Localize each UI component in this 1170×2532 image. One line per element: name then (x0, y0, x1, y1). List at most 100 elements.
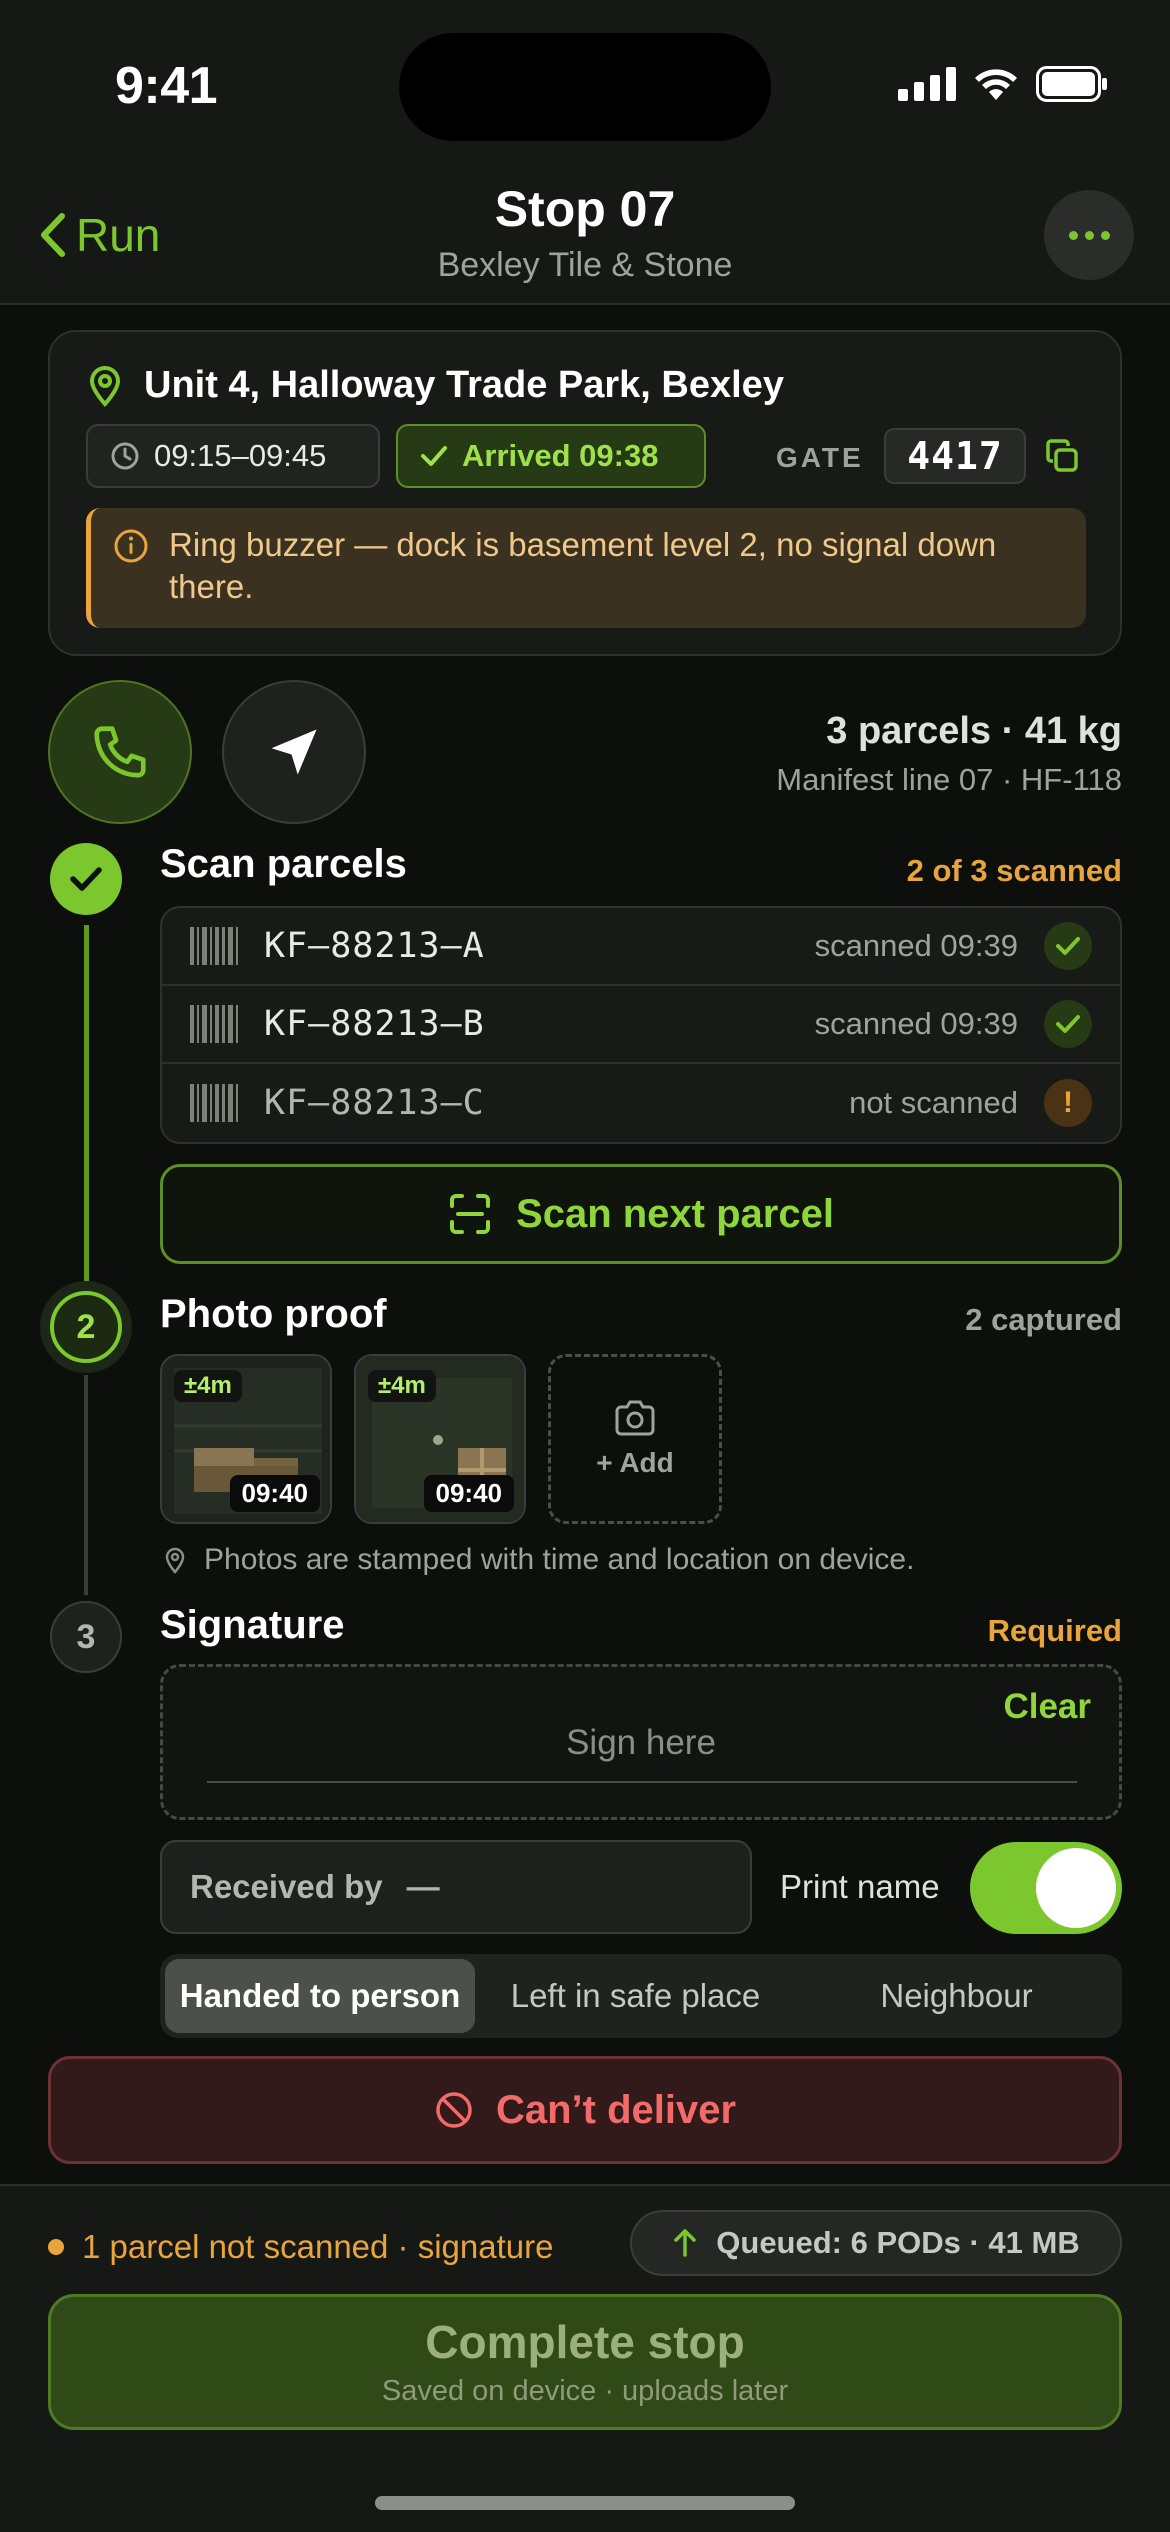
parcel-row[interactable]: KF–88213–B scanned 09:39 (162, 986, 1120, 1064)
complete-stop-sublabel: Saved on device · uploads later (381, 2375, 789, 2407)
print-name-toggle[interactable] (970, 1842, 1122, 1934)
dynamic-island (399, 33, 771, 141)
signature-pad[interactable]: Clear Sign here (160, 1664, 1122, 1820)
toggle-knob (1036, 1848, 1116, 1928)
scan-progress: 2 of 3 scanned (906, 853, 1122, 888)
barcode-icon (190, 927, 238, 965)
parcel-status: scanned 09:39 (814, 928, 1018, 963)
step-3-indicator: 3 (50, 1601, 122, 1673)
photo-step-title: Photo proof (160, 1292, 387, 1336)
check-icon (70, 867, 102, 891)
status-bar: 9:41 (0, 0, 1170, 160)
parcel-list: KF–88213–A scanned 09:39 KF–88213–B scan… (160, 906, 1122, 1144)
call-button[interactable] (48, 680, 192, 824)
step-connector-1 (84, 925, 89, 1281)
complete-stop-button[interactable]: Complete stop Saved on device · uploads … (48, 2294, 1122, 2430)
photo-thumbnail[interactable]: ±4m 09:40 (160, 1354, 332, 1524)
received-by-label: Received by (190, 1868, 383, 1905)
battery-icon (1036, 66, 1107, 102)
handover-option-handed-to-person[interactable]: Handed to person (165, 1959, 475, 2033)
photo-accuracy-badge: ±4m (368, 1370, 436, 1402)
step-1-complete-indicator (50, 843, 122, 915)
barcode-icon (190, 1005, 238, 1043)
delivery-note-text: Ring buzzer — dock is basement level 2, … (169, 526, 997, 605)
arrived-text: Arrived 09:38 (462, 438, 659, 473)
arrow-up-icon (674, 2229, 697, 2257)
parcel-code: KF–88213–B (264, 1004, 485, 1044)
handover-option-left-in-safe-place[interactable]: Left in safe place (475, 1959, 796, 2033)
parcel-status: scanned 09:39 (814, 1006, 1018, 1041)
status-icons (898, 66, 1108, 102)
info-icon (114, 529, 148, 563)
more-options-button[interactable] (1044, 190, 1134, 280)
incomplete-warning: 1 parcel not scanned · signature (48, 2228, 553, 2266)
page-subtitle: Bexley Tile & Stone (437, 246, 733, 284)
cellular-signal-icon (898, 67, 956, 101)
parcel-row[interactable]: KF–88213–A scanned 09:39 (162, 908, 1120, 986)
map-pin-icon (165, 1547, 185, 1574)
cant-deliver-button[interactable]: Can’t deliver (48, 2056, 1122, 2164)
signature-required-label: Required (987, 1613, 1122, 1648)
map-pin-icon (89, 365, 121, 407)
check-icon (1044, 1000, 1092, 1048)
signature-step-title: Signature (160, 1603, 345, 1647)
gate-code: 4417 (884, 428, 1026, 484)
add-photo-label: + Add (596, 1447, 674, 1478)
photo-time-badge: 09:40 (229, 1475, 320, 1512)
handover-option-neighbour[interactable]: Neighbour (796, 1959, 1117, 2033)
photo-time-badge: 09:40 (423, 1475, 514, 1512)
delivery-note: Ring buzzer — dock is basement level 2, … (86, 508, 1086, 628)
photo-count: 2 captured (965, 1302, 1122, 1337)
check-icon (421, 446, 447, 466)
add-photo-button[interactable]: + Add (548, 1354, 722, 1524)
check-icon (1044, 922, 1092, 970)
parcel-status: not scanned (849, 1085, 1018, 1120)
step-2-indicator: 2 (50, 1291, 122, 1363)
complete-stop-label: Complete stop (425, 2316, 745, 2368)
print-name-label: Print name (780, 1868, 940, 1905)
address-card: Unit 4, Halloway Trade Park, Bexley 09:1… (48, 330, 1122, 656)
navigation-arrow-icon (271, 729, 317, 775)
scan-step-title: Scan parcels (160, 842, 407, 886)
clear-signature-button[interactable]: Clear (1003, 1687, 1091, 1727)
received-by-field[interactable]: Received by — (160, 1840, 752, 1934)
gate-label: GATE (776, 442, 864, 473)
cant-deliver-label: Can’t deliver (495, 2087, 737, 2132)
time-window-text: 09:15–09:45 (154, 438, 327, 473)
address-line[interactable]: Unit 4, Halloway Trade Park, Bexley (88, 364, 784, 407)
bottom-action-bar: 1 parcel not scanned · signature Queued:… (0, 2184, 1170, 2532)
step-connector-2 (84, 1375, 88, 1595)
photo-note-text: Photos are stamped with time and locatio… (204, 1543, 915, 1576)
incomplete-warning-text: 1 parcel not scanned · signature (82, 2228, 554, 2265)
handover-method-segmented-control: Handed to person Left in safe place Neig… (160, 1954, 1122, 2038)
copy-icon[interactable] (1044, 438, 1080, 474)
arrived-chip: Arrived 09:38 (396, 424, 706, 488)
signature-baseline (207, 1781, 1077, 1783)
upload-queue-text: Queued: 6 PODs · 41 MB (716, 2225, 1080, 2260)
scan-next-label: Scan next parcel (516, 1191, 834, 1236)
sign-here-placeholder: Sign here (566, 1723, 716, 1762)
phone-icon (94, 726, 146, 778)
wifi-icon (975, 69, 1017, 100)
parcel-code: KF–88213–A (264, 926, 485, 966)
parcel-row[interactable]: KF–88213–C not scanned ! (162, 1064, 1120, 1142)
manifest-line: Manifest line 07 · HF-118 (776, 762, 1122, 797)
nav-header: Run Stop 07 Bexley Tile & Stone (0, 160, 1170, 305)
photo-thumbnail[interactable]: ±4m 09:40 (354, 1354, 526, 1524)
navigate-button[interactable] (222, 680, 366, 824)
more-dots-icon (1068, 230, 1078, 240)
barcode-icon (190, 1084, 238, 1122)
home-indicator (375, 2496, 795, 2510)
upload-queue-chip[interactable]: Queued: 6 PODs · 41 MB (630, 2210, 1122, 2276)
time-window-chip: 09:15–09:45 (86, 424, 380, 488)
address-text: Unit 4, Halloway Trade Park, Bexley (144, 364, 784, 406)
camera-icon (615, 1400, 655, 1436)
status-time: 9:41 (115, 57, 218, 115)
scan-icon (450, 1194, 491, 1234)
parcel-code: KF–88213–C (264, 1083, 485, 1123)
prohibited-icon (436, 2092, 472, 2128)
photo-note: Photos are stamped with time and locatio… (164, 1543, 914, 1577)
scan-next-parcel-button[interactable]: Scan next parcel (160, 1164, 1122, 1264)
warning-dot-icon (48, 2239, 64, 2255)
photo-accuracy-badge: ±4m (174, 1370, 242, 1402)
